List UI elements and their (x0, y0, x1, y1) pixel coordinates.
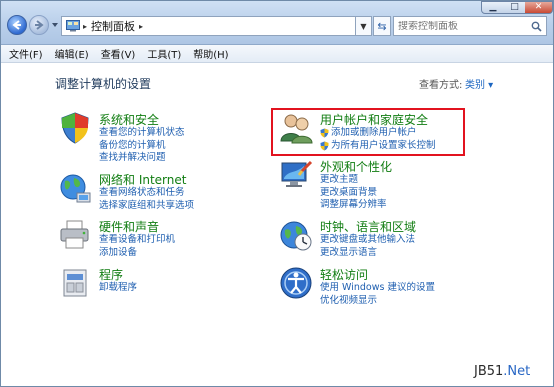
highlight-box (271, 108, 465, 156)
link-recommended-settings[interactable]: 使用 Windows 建议的设置 (320, 282, 435, 295)
link-optimize-visual-display[interactable]: 优化视频显示 (320, 295, 435, 308)
category-title-ease-of-access[interactable]: 轻松访问 (320, 266, 368, 283)
back-button[interactable] (7, 15, 27, 35)
maximize-button[interactable]: □ (504, 1, 526, 14)
link-view-devices-printers[interactable]: 查看设备和打印机 (99, 234, 175, 247)
link-change-input-methods[interactable]: 更改键盘或其他输入法 (320, 234, 415, 247)
view-by-label: 查看方式: (419, 80, 463, 91)
clock-globe-icon[interactable] (279, 218, 313, 252)
refresh-icon: ⇆ (377, 19, 387, 33)
category-title-programs[interactable]: 程序 (99, 266, 123, 283)
category-title-appearance[interactable]: 外观和个性化 (320, 158, 392, 175)
breadcrumb-control-panel[interactable]: 控制面板 (91, 18, 135, 34)
minimize-button[interactable]: ▁ (481, 1, 505, 14)
address-bar[interactable]: ▸ 控制面板 ▸ (61, 16, 356, 36)
close-button[interactable]: ✕ (525, 1, 553, 14)
watermark: JB51.Net (474, 364, 530, 379)
content-area: 调整计算机的设置 查看方式: 类别 ▾ 系统和安全 查看您的计算机状态 备份您的… (1, 63, 553, 386)
ease-of-access-icon[interactable] (279, 266, 313, 300)
category-title-network-internet[interactable]: 网络和 Internet (99, 171, 186, 188)
menu-file[interactable]: 文件(F) (9, 46, 43, 61)
network-globe-icon[interactable] (58, 171, 92, 205)
link-add-device[interactable]: 添加设备 (99, 247, 175, 260)
link-view-network-status[interactable]: 查看网络状态和任务 (99, 187, 194, 200)
breadcrumb-arrow-icon[interactable]: ▸ (83, 22, 87, 31)
recent-pages-dropdown-icon[interactable] (51, 21, 59, 29)
menu-tools[interactable]: 工具(T) (147, 46, 181, 61)
menu-edit[interactable]: 编辑(E) (55, 46, 89, 61)
link-view-computer-status[interactable]: 查看您的计算机状态 (99, 127, 185, 140)
link-backup-computer[interactable]: 备份您的计算机 (99, 140, 185, 153)
page-title: 调整计算机的设置 (55, 77, 152, 91)
control-panel-icon (66, 20, 80, 32)
search-input[interactable] (398, 20, 526, 32)
search-box[interactable] (393, 16, 547, 36)
refresh-button[interactable]: ⇆ (373, 16, 391, 36)
menu-help[interactable]: 帮助(H) (193, 46, 228, 61)
menu-bar: 文件(F) 编辑(E) 查看(V) 工具(T) 帮助(H) (1, 45, 553, 63)
address-dropdown-button[interactable]: ▼ (356, 16, 372, 36)
control-panel-window: ▸ 控制面板 ▸ ▼ ⇆ ▁ □ ✕ 文件(F) 编辑(E) 查看(V) 工具(… (0, 0, 554, 387)
link-change-display-language[interactable]: 更改显示语言 (320, 247, 415, 260)
category-title-hardware-sound[interactable]: 硬件和声音 (99, 218, 159, 235)
monitor-paint-icon[interactable] (279, 158, 313, 192)
link-change-theme[interactable]: 更改主题 (320, 174, 387, 187)
security-shield-icon[interactable] (58, 111, 92, 145)
link-uninstall-program[interactable]: 卸载程序 (99, 282, 137, 295)
programs-icon[interactable] (58, 266, 92, 300)
chevron-down-icon: ▼ (360, 21, 367, 31)
search-icon[interactable] (531, 21, 542, 32)
address-toolbar: ▸ 控制面板 ▸ ▼ ⇆ ▁ □ ✕ (1, 1, 553, 45)
close-icon: ✕ (534, 2, 543, 12)
watermark-jb51: JB51 (474, 364, 504, 379)
category-title-clock-language[interactable]: 时钟、语言和区域 (320, 218, 416, 235)
printer-icon[interactable] (58, 218, 92, 252)
category-title-system-security[interactable]: 系统和安全 (99, 111, 159, 128)
link-adjust-resolution[interactable]: 调整屏幕分辨率 (320, 199, 387, 212)
back-arrow-icon (12, 20, 21, 30)
menu-view[interactable]: 查看(V) (101, 46, 136, 61)
watermark-net: .Net (503, 364, 531, 379)
maximize-icon: □ (510, 2, 519, 12)
forward-button[interactable] (29, 15, 49, 35)
view-by-dropdown[interactable]: 类别 ▾ (465, 76, 493, 91)
link-find-fix-problems[interactable]: 查找并解决问题 (99, 152, 185, 165)
breadcrumb-arrow-icon[interactable]: ▸ (139, 22, 143, 31)
link-change-desktop-background[interactable]: 更改桌面背景 (320, 187, 387, 200)
forward-arrow-icon (35, 20, 44, 30)
minimize-icon: ▁ (489, 2, 497, 12)
link-homegroup-sharing[interactable]: 选择家庭组和共享选项 (99, 200, 194, 213)
